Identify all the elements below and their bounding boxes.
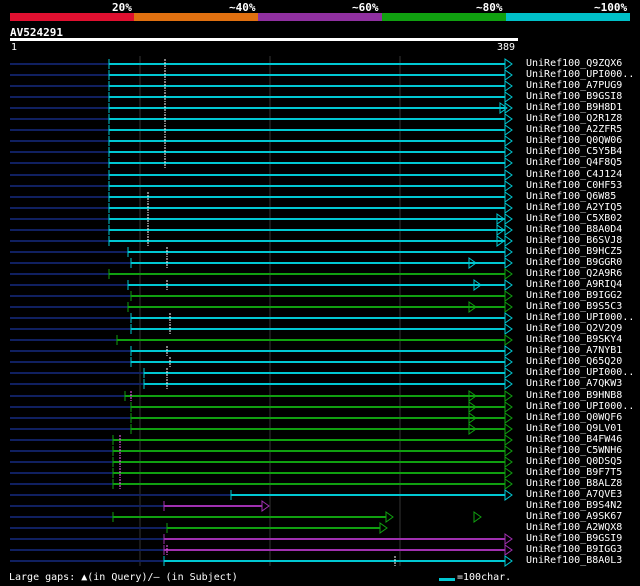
gaps-legend: Large gaps: ▲(in Query)/– (in Subject) [9,572,238,583]
hit-end-arrow [504,113,513,125]
hit-label-link[interactable]: UniRef100_B9HNB8 [526,390,622,401]
hit-label-link[interactable]: UniRef100_Q0WQF6 [526,412,622,423]
hit-end-arrow [504,257,513,269]
hit-label-link[interactable]: UniRef100_C4J124 [526,169,622,180]
hit-end-arrow [504,180,513,192]
hit-label-link[interactable]: UniRef100_B9HCZ5 [526,246,622,257]
hit-end-arrow [504,91,513,103]
hit-end-arrow [504,533,513,545]
hit-end-arrow [504,356,513,368]
hit-end-arrow [473,511,482,523]
hit-end-arrow [504,345,513,357]
hit-label-link[interactable]: UniRef100_A2YIQ5 [526,202,622,213]
hit-end-arrow [504,213,513,225]
hit-end-arrow [504,135,513,147]
hit-label-link[interactable]: UniRef100_C5WNH6 [526,445,622,456]
hit-end-arrow [504,246,513,258]
hit-label-link[interactable]: UniRef100_UPI000.. [526,367,634,378]
hit-end-arrow [504,235,513,247]
hit-end-arrow [504,191,513,203]
hit-label-link[interactable]: UniRef100_B9GSI8 [526,91,622,102]
hit-end-arrow [504,445,513,457]
hit-label-link[interactable]: UniRef100_B6SVJ8 [526,235,622,246]
hit-label-link[interactable]: UniRef100_C5XB02 [526,213,622,224]
hit-label-link[interactable]: UniRef100_A9RIQ4 [526,279,622,290]
hit-end-arrow [261,500,270,512]
hit-end-arrow [504,157,513,169]
hit-label-link[interactable]: UniRef100_A2ZFR5 [526,124,622,135]
hit-end-arrow [504,80,513,92]
hit-label-link[interactable]: UniRef100_B9IGG2 [526,290,622,301]
hit-end-arrow [504,401,513,413]
scale-bar [439,578,455,581]
hit-label-link[interactable]: UniRef100_A7QKW3 [526,378,622,389]
hit-end-arrow [504,102,513,114]
hit-end-arrow [504,301,513,313]
hit-label-link[interactable]: UniRef100_Q4F8Q5 [526,157,622,168]
hit-label-link[interactable]: UniRef100_A7PUG9 [526,80,622,91]
hit-end-arrow [504,69,513,81]
hit-label-link[interactable]: UniRef100_B9F7T5 [526,467,622,478]
hit-end-arrow [385,511,394,523]
hit-end-arrow [504,312,513,324]
hit-label-link[interactable]: UniRef100_Q2R1Z8 [526,113,622,124]
hit-end-arrow [504,290,513,302]
hit-label-link[interactable]: UniRef100_B9IGG3 [526,544,622,555]
hit-label-link[interactable]: UniRef100_Q65Q20 [526,356,622,367]
hit-label-link[interactable]: UniRef100_B9SKY4 [526,334,622,345]
hit-end-arrow [504,434,513,446]
hit-label-link[interactable]: UniRef100_B9S5C3 [526,301,622,312]
hit-end-arrow [504,367,513,379]
hit-label-link[interactable]: UniRef100_A2WQX8 [526,522,622,533]
hit-end-arrow [504,334,513,346]
hit-end-arrow [504,124,513,136]
hit-label-link[interactable]: UniRef100_A9SK67 [526,511,622,522]
hit-end-arrow [504,423,513,435]
hit-label-link[interactable]: UniRef100_A7QVE3 [526,489,622,500]
hit-end-arrow [504,224,513,236]
hit-label-link[interactable]: UniRef100_UPI000.. [526,69,634,80]
hit-label-link[interactable]: UniRef100_A7NYB1 [526,345,622,356]
hit-label-link[interactable]: UniRef100_Q9ZQX6 [526,58,622,69]
hit-end-arrow [504,412,513,424]
hit-end-arrow [504,478,513,490]
hit-label-link[interactable]: UniRef100_UPI000.. [526,312,634,323]
hit-label-link[interactable]: UniRef100_B8ALZ8 [526,478,622,489]
hit-label-link[interactable]: UniRef100_Q6W85 [526,191,616,202]
hit-end-arrow [504,146,513,158]
hit-end-arrow [379,522,388,534]
hit-label-link[interactable]: UniRef100_Q0QW06 [526,135,622,146]
hit-label-link[interactable]: UniRef100_B4FW46 [526,434,622,445]
hit-label-link[interactable]: UniRef100_UPI000.. [526,401,634,412]
hit-label-link[interactable]: UniRef100_Q2V2Q9 [526,323,622,334]
hit-label-link[interactable]: UniRef100_B8A0L3 [526,555,622,566]
hit-label-link[interactable]: UniRef100_B9H8D1 [526,102,622,113]
hit-end-arrow [504,58,513,70]
hit-end-arrow [504,323,513,335]
hit-end-arrow [504,544,513,556]
footer-legend: Large gaps: ▲(in Query)/– (in Subject) =… [0,570,640,586]
hit-end-arrow [504,169,513,181]
hit-end-arrow [504,279,513,291]
hit-end-arrow [504,467,513,479]
hit-end-arrow [504,456,513,468]
hit-label-link[interactable]: UniRef100_C0HF53 [526,180,622,191]
hit-end-arrow [504,378,513,390]
hit-label-link[interactable]: UniRef100_Q0DSQ5 [526,456,622,467]
hit-end-arrow [504,489,513,501]
hit-label-link[interactable]: UniRef100_Q2A9R6 [526,268,622,279]
scale-label: =100char. [457,572,512,583]
hit-label-link[interactable]: UniRef100_B8A0D4 [526,224,622,235]
hit-end-arrow [504,390,513,402]
hit-label-link[interactable]: UniRef100_B9GSI9 [526,533,622,544]
hit-label-link[interactable]: UniRef100_Q9LV01 [526,423,622,434]
hit-end-arrow [504,268,513,280]
hit-label-link[interactable]: UniRef100_B9S4N2 [526,500,622,511]
hit-label-link[interactable]: UniRef100_B9GGR0 [526,257,622,268]
hit-label-link[interactable]: UniRef100_C5Y5B4 [526,146,622,157]
hit-end-arrow [504,555,513,567]
hit-end-arrow [504,202,513,214]
